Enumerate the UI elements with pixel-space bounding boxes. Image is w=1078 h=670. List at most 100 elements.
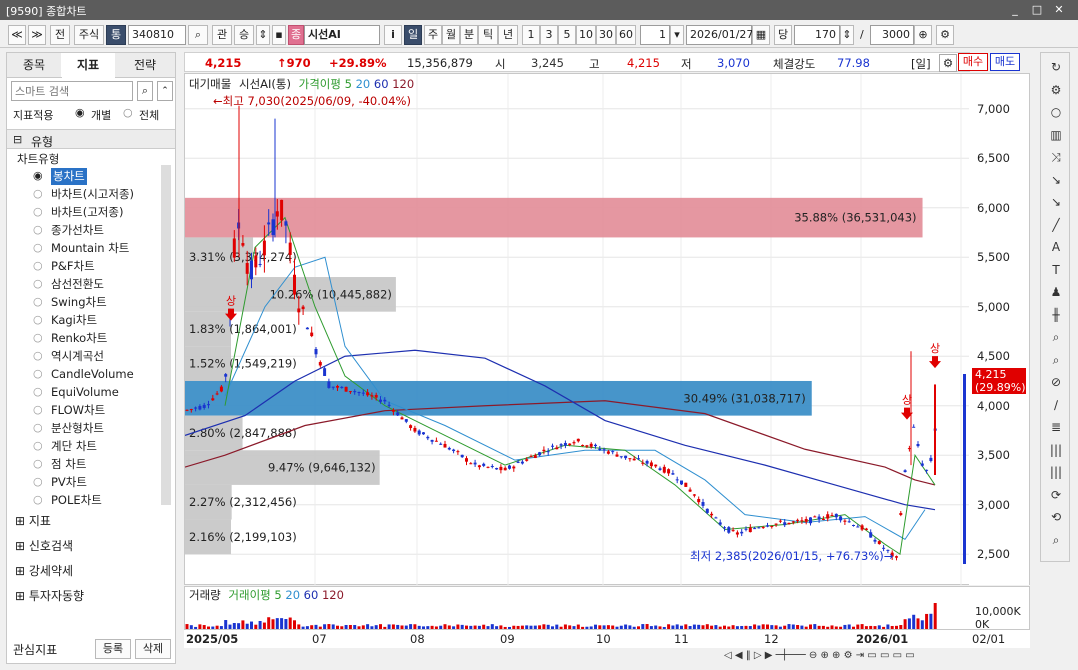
search-icon[interactable]: ⌕ (137, 81, 153, 101)
fib-icon[interactable]: ≣ (1045, 417, 1067, 437)
tab-stocks[interactable]: 종목 (7, 53, 62, 78)
refresh-icon[interactable]: ↻ (1045, 57, 1067, 77)
period-tab-year[interactable]: 년 (498, 25, 518, 45)
interval-10[interactable]: 10 (576, 25, 596, 45)
price-chart-canvas[interactable]: 35.88% (36,531,043) 3.31% (3,374,274) 10.2… (185, 74, 971, 586)
arrow-icon[interactable]: ↘ (1045, 170, 1067, 190)
price-chart[interactable]: 35.88% (36,531,043) 3.31% (3,374,274) 10.2… (184, 73, 970, 585)
chart-type-item[interactable]: 바차트(고저종) (51, 204, 123, 221)
chart-type-item[interactable]: Swing차트 (51, 294, 107, 311)
volume-chart[interactable]: 거래량 거래이평 5 20 60 120 (184, 586, 970, 630)
gwan-button[interactable]: 관 (212, 25, 232, 45)
next-button[interactable]: ≫ (28, 25, 46, 45)
chart-type-item[interactable]: 점 차트 (51, 456, 86, 473)
buy-button[interactable]: 매수 (958, 53, 988, 71)
chart-type-item[interactable]: P&F차트 (51, 258, 95, 275)
chart-type-item[interactable]: 계단 차트 (51, 438, 97, 455)
chart-type-item[interactable]: PV차트 (51, 474, 87, 491)
stock-type-button[interactable]: 주식 (74, 25, 104, 45)
chart-type-item[interactable]: EquiVolume (51, 384, 119, 401)
interval-30[interactable]: 30 (596, 25, 616, 45)
section-type-header[interactable]: ⊟ 유형 (7, 129, 175, 149)
arrow2-icon[interactable]: ↘ (1045, 192, 1067, 212)
chart-type-item[interactable]: Renko차트 (51, 330, 107, 347)
prev-button[interactable]: ≪ (8, 25, 26, 45)
collapse-icon[interactable]: ⌃ (157, 81, 173, 101)
radio-all-label[interactable]: 전체 (139, 107, 159, 123)
text-icon[interactable]: T (1045, 260, 1067, 280)
search-icon[interactable]: ⌕ (1045, 530, 1067, 550)
period-tab-week[interactable]: 주 (424, 25, 442, 45)
dang-button[interactable]: 당 (774, 25, 792, 45)
gear-icon[interactable]: ⚙ (936, 25, 954, 45)
cross-icon[interactable]: ⤨ (1045, 147, 1067, 167)
indicator-section[interactable]: ⊞ 강세약세 (15, 561, 73, 581)
chart-type-item[interactable]: POLE차트 (51, 492, 102, 509)
candle-icon[interactable]: ╫ (1045, 305, 1067, 325)
chart-type-item[interactable]: Mountain 차트 (51, 240, 129, 257)
magnet-icon[interactable]: ⊘ (1045, 372, 1067, 392)
jeon-button[interactable]: 전 (50, 25, 70, 45)
chart-type-item[interactable]: 봉차트 (51, 168, 87, 185)
gear-icon[interactable]: ⚙ (1045, 80, 1067, 100)
interval-60[interactable]: 60 (616, 25, 636, 45)
grid2-icon[interactable]: ||| (1045, 462, 1067, 482)
info-button[interactable]: i (384, 25, 402, 45)
stepper-icon[interactable]: ⇕ (256, 25, 270, 45)
tab-strategy[interactable]: 전략 (115, 53, 176, 78)
date-input[interactable]: 2026/01/27 (686, 25, 752, 45)
ruler-icon[interactable]: ∕ (1045, 395, 1067, 415)
indicator-section[interactable]: ⊞ 신호검색 (15, 536, 73, 556)
undo-icon[interactable]: ⟲ (1045, 507, 1067, 527)
smart-search-input[interactable] (11, 81, 133, 101)
chart-type-item[interactable]: 바차트(시고저종) (51, 186, 134, 203)
sung-button[interactable]: 승 (234, 25, 254, 45)
zoom-add-icon[interactable]: ⊕ (914, 25, 932, 45)
radio-individual-icon[interactable]: ◉ (75, 106, 85, 119)
grid-icon[interactable]: ||| (1045, 440, 1067, 460)
chevron-down-icon[interactable]: ▾ (670, 25, 684, 45)
register-button[interactable]: 등록 (95, 639, 131, 659)
settings-small-icon[interactable]: ▪ (272, 25, 286, 45)
scroll-buttons[interactable]: ◁ ◀ ‖ ▷ ▶ ─┼─── ⊖ ⊕ ⊕ ⚙ ⇥ ▭ ▭ ▭ ▭ (724, 650, 1024, 664)
zoom2-icon[interactable]: ⌕ (1045, 350, 1067, 370)
sell-button[interactable]: 매도 (990, 53, 1020, 71)
period-tab-minute[interactable]: 분 (460, 25, 478, 45)
chart-type-item[interactable]: CandleVolume (51, 366, 134, 383)
search-icon[interactable]: ⌕ (188, 25, 208, 45)
chart-type-item[interactable]: 종가선차트 (51, 222, 104, 239)
circle-icon[interactable]: ○ (1045, 102, 1067, 122)
auto-icon[interactable]: A (1045, 237, 1067, 257)
interval-1[interactable]: 1 (522, 25, 540, 45)
minimize-icon[interactable]: _ (1008, 3, 1022, 16)
bar-icon[interactable]: ▥ (1045, 125, 1067, 145)
redo-icon[interactable]: ⟳ (1045, 485, 1067, 505)
radio-all-icon[interactable]: ○ (123, 106, 133, 119)
line-icon[interactable]: ╱ (1045, 215, 1067, 235)
chart-type-item[interactable]: FLOW차트 (51, 402, 105, 419)
delete-button[interactable]: 삭제 (135, 639, 171, 659)
chart-type-header[interactable]: 차트유형 (17, 151, 59, 168)
interval-5[interactable]: 5 (558, 25, 576, 45)
view-count-input[interactable]: 170 (794, 25, 840, 45)
chart-type-item[interactable]: 역시계곡선 (51, 348, 104, 365)
interval-3[interactable]: 3 (540, 25, 558, 45)
maximize-icon[interactable]: □ (1030, 3, 1044, 16)
pattern-icon[interactable]: ♟ (1045, 282, 1067, 302)
chart-type-item[interactable]: 삼선전환도 (51, 276, 104, 293)
period-tab-day[interactable]: 일 (404, 25, 422, 45)
radio-individual-label[interactable]: 개별 (91, 107, 111, 123)
tong-button[interactable]: 통 (106, 25, 126, 45)
calendar-icon[interactable]: ▦ (752, 25, 770, 45)
chart-type-item[interactable]: Kagi차트 (51, 312, 97, 329)
gear-icon[interactable]: ⚙ (939, 54, 957, 72)
indicator-section[interactable]: ⊞ 지표 (15, 511, 51, 531)
scrollbar[interactable] (161, 165, 171, 505)
stock-code-input[interactable]: 340810 (128, 25, 186, 45)
count-input[interactable]: 1 (640, 25, 670, 45)
tab-indicators[interactable]: 지표 (61, 53, 116, 77)
chart-type-item[interactable]: 분산형차트 (51, 420, 104, 437)
total-count-input[interactable]: 3000 (870, 25, 914, 45)
view-count-stepper-icon[interactable]: ⇕ (840, 25, 854, 45)
period-tab-month[interactable]: 월 (442, 25, 460, 45)
